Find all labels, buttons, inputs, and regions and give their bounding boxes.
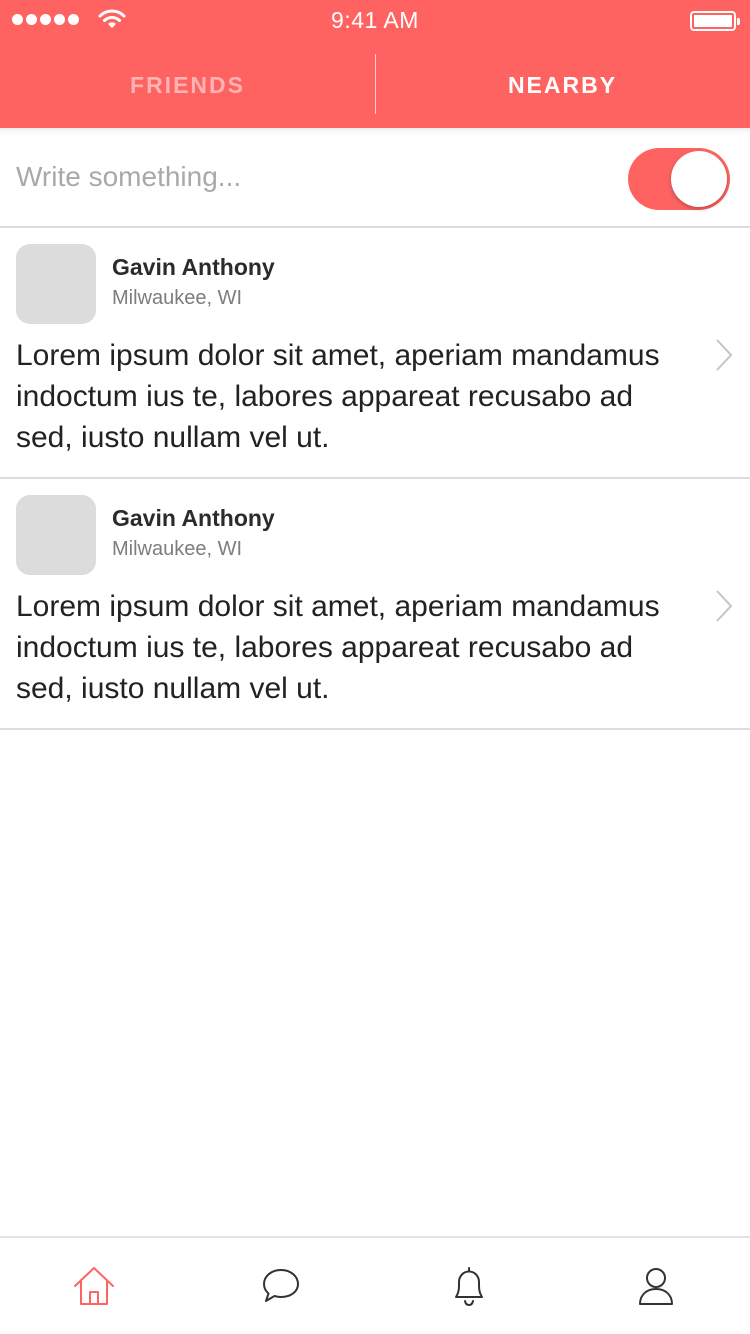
post-feed: Gavin Anthony Milwaukee, WI Lorem ipsum … bbox=[0, 228, 750, 730]
post-item[interactable]: Gavin Anthony Milwaukee, WI Lorem ipsum … bbox=[0, 479, 750, 730]
tabbar-messages[interactable] bbox=[188, 1238, 376, 1334]
header: 9:41 AM FRIENDS NEARBY bbox=[0, 0, 750, 128]
avatar bbox=[16, 495, 96, 575]
bottom-tab-bar bbox=[0, 1236, 750, 1334]
post-item[interactable]: Gavin Anthony Milwaukee, WI Lorem ipsum … bbox=[0, 228, 750, 479]
battery-icon bbox=[690, 11, 740, 31]
post-location: Milwaukee, WI bbox=[112, 287, 243, 309]
chevron-right-icon bbox=[716, 339, 733, 371]
nearby-toggle[interactable] bbox=[628, 148, 730, 210]
compose-input[interactable] bbox=[16, 154, 576, 200]
compose-bar bbox=[0, 128, 750, 228]
bell-icon bbox=[454, 1267, 483, 1307]
post-location: Milwaukee, WI bbox=[112, 538, 243, 560]
avatar bbox=[16, 244, 96, 324]
toggle-knob bbox=[671, 151, 727, 207]
status-bar: 9:41 AM bbox=[0, 0, 750, 42]
tabbar-profile[interactable] bbox=[563, 1238, 750, 1334]
tab-friends[interactable]: FRIENDS bbox=[0, 42, 375, 128]
user-icon bbox=[639, 1268, 674, 1305]
chat-bubble-icon bbox=[263, 1269, 300, 1302]
post-body: Lorem ipsum dolor sit amet, aperiam mand… bbox=[16, 339, 660, 454]
tabbar-home[interactable] bbox=[0, 1238, 188, 1334]
home-icon bbox=[73, 1267, 114, 1305]
post-body: Lorem ipsum dolor sit amet, aperiam mand… bbox=[16, 590, 660, 705]
post-author-name: Gavin Anthony bbox=[112, 254, 275, 280]
post-author-name: Gavin Anthony bbox=[112, 505, 275, 531]
segment-tabs: FRIENDS NEARBY bbox=[0, 42, 750, 128]
status-time: 9:41 AM bbox=[331, 7, 419, 33]
tabbar-notifications[interactable] bbox=[375, 1238, 563, 1334]
tab-nearby[interactable]: NEARBY bbox=[375, 42, 750, 128]
chevron-right-icon bbox=[716, 590, 733, 622]
tab-divider bbox=[375, 54, 376, 114]
